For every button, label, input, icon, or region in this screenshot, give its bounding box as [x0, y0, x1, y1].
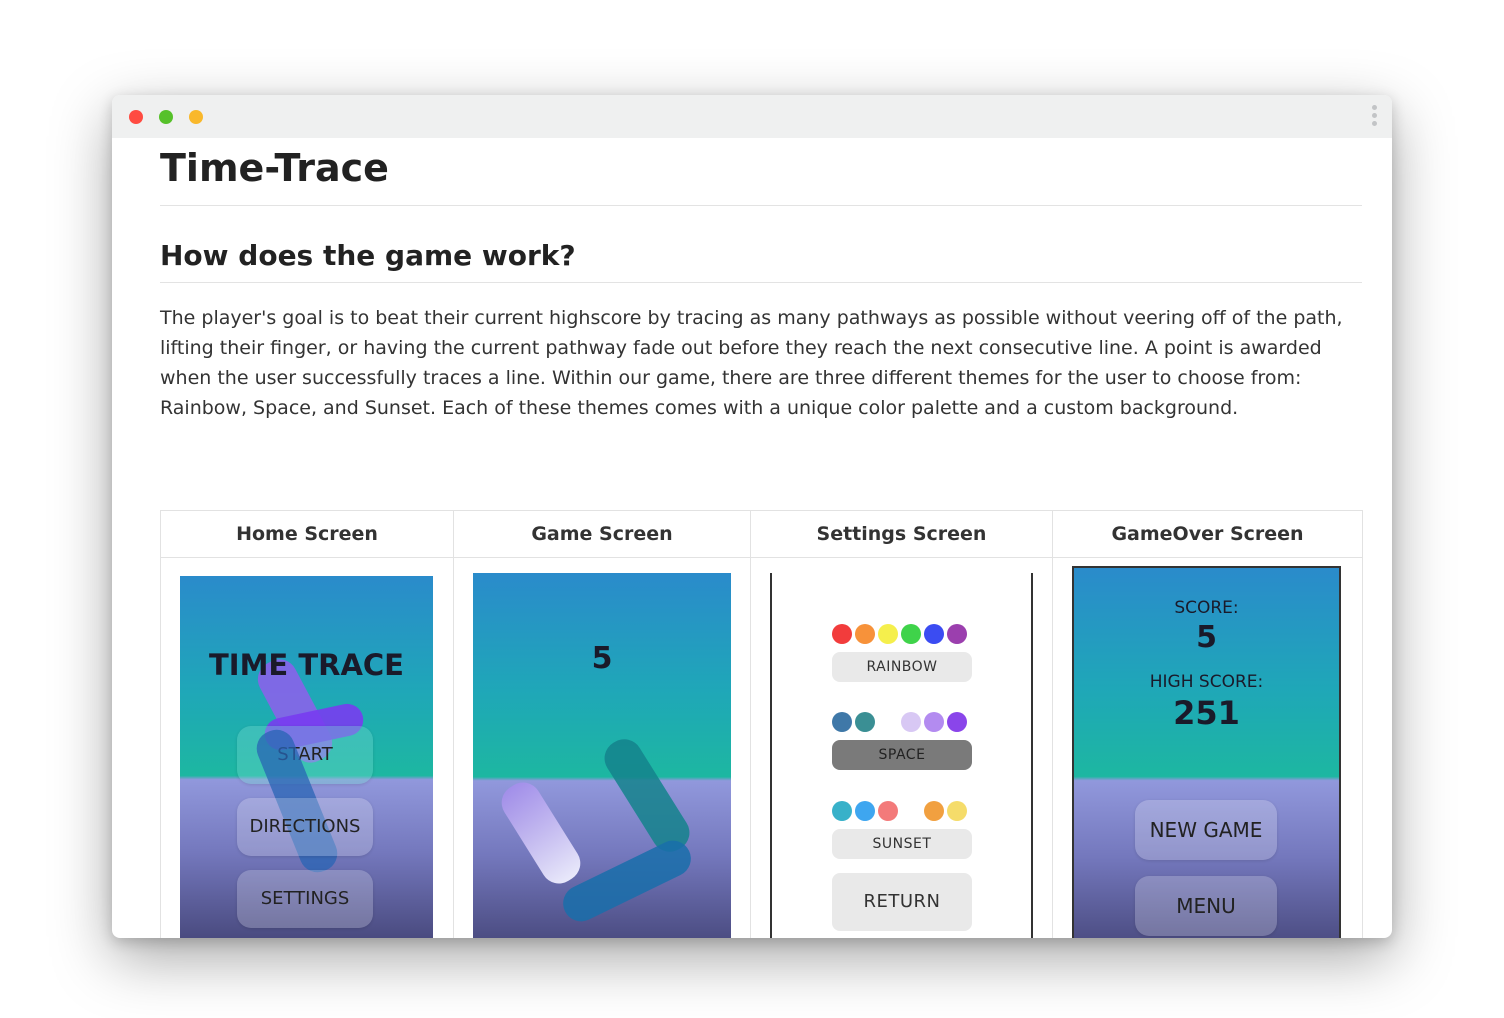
section-divider — [160, 282, 1362, 283]
title-divider — [160, 205, 1362, 206]
space-swatch-6 — [947, 712, 967, 732]
screens-table: Home Screen Game Screen Settings Screen … — [160, 510, 1363, 938]
home-title: TIME TRACE — [209, 648, 404, 682]
settings-screen-cell: RAINBOW SPACE SUNSET RETURN — [750, 557, 1053, 938]
kebab-menu-icon[interactable] — [1370, 105, 1378, 129]
maximize-window-button[interactable] — [189, 110, 203, 124]
window-titlebar — [112, 95, 1392, 138]
settings-screen-image: RAINBOW SPACE SUNSET RETURN — [770, 573, 1033, 938]
space-swatch-4 — [901, 712, 921, 732]
page-title: Time-Trace — [160, 146, 389, 190]
page-content: Time-Trace How does the game work? The p… — [160, 138, 1363, 938]
header-game-screen: Game Screen — [453, 510, 751, 558]
space-color-swatches — [832, 712, 972, 732]
game-screen-image: 5 — [473, 573, 731, 938]
header-settings-screen: Settings Screen — [750, 510, 1053, 558]
score-value: 5 — [1196, 620, 1217, 655]
high-score-label: HIGH SCORE: — [1149, 672, 1264, 692]
high-score-value: 251 — [1173, 694, 1240, 732]
gameover-screen-image: SCORE: 5 HIGH SCORE: 251 NEW GAME MENU — [1072, 566, 1341, 938]
space-swatch-5 — [924, 712, 944, 732]
minimize-window-button[interactable] — [159, 110, 173, 124]
rainbow-swatch-6 — [947, 624, 967, 644]
rainbow-swatch-2 — [855, 624, 875, 644]
trace-path-teal — [597, 732, 697, 859]
directions-button[interactable]: DIRECTIONS — [237, 798, 373, 856]
rainbow-color-swatches — [832, 624, 972, 644]
menu-button[interactable]: MENU — [1135, 876, 1277, 936]
header-gameover-screen: GameOver Screen — [1052, 510, 1363, 558]
return-button[interactable]: RETURN — [832, 873, 972, 931]
sunset-swatch-1 — [832, 801, 852, 821]
sunset-swatch-5 — [924, 801, 944, 821]
game-screen-cell: 5 — [453, 557, 751, 938]
new-game-button[interactable]: NEW GAME — [1135, 800, 1277, 860]
trace-path-blue — [557, 834, 697, 928]
sunset-swatch-2 — [855, 801, 875, 821]
rainbow-swatch-1 — [832, 624, 852, 644]
header-home-screen: Home Screen — [160, 510, 454, 558]
sunset-theme-button[interactable]: SUNSET — [832, 829, 972, 859]
rainbow-swatch-4 — [901, 624, 921, 644]
gameover-screen-cell: SCORE: 5 HIGH SCORE: 251 NEW GAME MENU — [1052, 557, 1363, 938]
space-swatch-1 — [832, 712, 852, 732]
rainbow-theme-button[interactable]: RAINBOW — [832, 652, 972, 682]
game-score: 5 — [591, 641, 613, 676]
description-paragraph: The player's goal is to beat their curre… — [160, 307, 1343, 419]
space-swatch-2 — [855, 712, 875, 732]
sunset-swatch-6 — [947, 801, 967, 821]
home-screen-image: TIME TRACE START DIRECTIONS SETTINGS — [180, 576, 433, 938]
home-screen-cell: TIME TRACE START DIRECTIONS SETTINGS — [160, 557, 454, 938]
settings-button[interactable]: SETTINGS — [237, 870, 373, 928]
trace-path-faded-purple — [494, 775, 588, 891]
rainbow-swatch-5 — [924, 624, 944, 644]
score-label: SCORE: — [1174, 598, 1239, 618]
browser-window: Time-Trace How does the game work? The p… — [112, 95, 1392, 938]
close-window-button[interactable] — [129, 110, 143, 124]
section-title: How does the game work? — [160, 239, 576, 272]
space-swatch-3 — [878, 712, 898, 732]
sunset-swatch-4 — [901, 801, 921, 821]
space-theme-button[interactable]: SPACE — [832, 740, 972, 770]
rainbow-swatch-3 — [878, 624, 898, 644]
sunset-color-swatches — [832, 801, 972, 821]
sunset-swatch-3 — [878, 801, 898, 821]
